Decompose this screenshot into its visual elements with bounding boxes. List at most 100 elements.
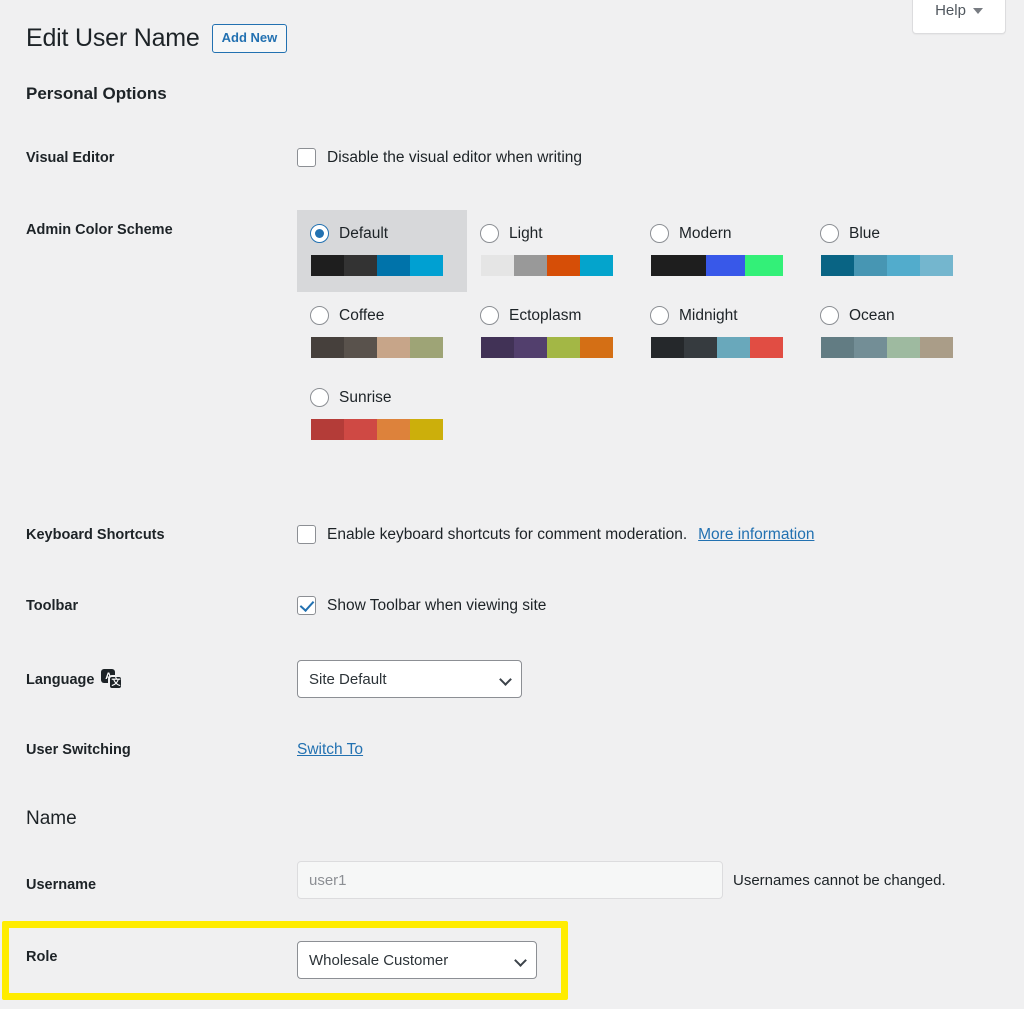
color-scheme-label: Coffee — [339, 307, 384, 325]
color-scheme-option-blue[interactable]: Blue — [807, 210, 977, 292]
color-scheme-radio-coffee[interactable] — [310, 306, 329, 325]
swatch — [344, 337, 377, 358]
color-scheme-head: Sunrise — [310, 388, 454, 407]
chevron-down-icon — [499, 673, 512, 686]
color-scheme-label: Modern — [679, 225, 732, 243]
swatch — [514, 337, 547, 358]
swatch — [920, 255, 953, 276]
swatch — [684, 337, 717, 358]
color-scheme-label: Light — [509, 225, 543, 243]
color-scheme-head: Coffee — [310, 306, 454, 325]
color-scheme-label: Blue — [849, 225, 880, 243]
color-scheme-swatches — [311, 255, 443, 276]
visual-editor-checkbox[interactable] — [297, 148, 316, 167]
add-new-button[interactable]: Add New — [212, 24, 288, 53]
language-label: Language — [26, 672, 94, 688]
language-select[interactable]: Site Default — [297, 660, 522, 698]
visual-editor-checkbox-row[interactable]: Disable the visual editor when writing — [297, 148, 582, 167]
visual-editor-label: Visual Editor — [26, 150, 114, 166]
color-scheme-swatches — [481, 337, 613, 358]
help-label: Help — [935, 2, 966, 19]
color-scheme-radio-ocean[interactable] — [820, 306, 839, 325]
swatch — [750, 337, 783, 358]
swatch — [344, 419, 377, 440]
more-information-link[interactable]: More information — [698, 526, 814, 544]
color-scheme-option-ectoplasm[interactable]: Ectoplasm — [467, 292, 637, 374]
color-scheme-option-default[interactable]: Default — [297, 210, 467, 292]
color-scheme-radio-midnight[interactable] — [650, 306, 669, 325]
color-scheme-radio-sunrise[interactable] — [310, 388, 329, 407]
swatch — [580, 255, 613, 276]
swatch — [887, 337, 920, 358]
swatch — [920, 337, 953, 358]
swatch — [706, 255, 745, 276]
color-scheme-option-modern[interactable]: Modern — [637, 210, 807, 292]
color-scheme-option-coffee[interactable]: Coffee — [297, 292, 467, 374]
swatch — [547, 337, 580, 358]
color-scheme-head: Blue — [820, 224, 964, 243]
color-scheme-swatches — [311, 337, 443, 358]
swatch — [311, 419, 344, 440]
color-scheme-radio-ectoplasm[interactable] — [480, 306, 499, 325]
color-scheme-swatches — [821, 255, 953, 276]
language-select-value: Site Default — [309, 671, 387, 688]
role-select[interactable]: Wholesale Customer — [297, 941, 537, 979]
toolbar-checkbox-label: Show Toolbar when viewing site — [327, 597, 546, 615]
chevron-down-icon — [973, 8, 983, 14]
color-scheme-head: Light — [480, 224, 624, 243]
username-label: Username — [26, 877, 96, 893]
keyboard-shortcuts-checkbox[interactable] — [297, 525, 316, 544]
keyboard-shortcuts-checkbox-row[interactable]: Enable keyboard shortcuts for comment mo… — [297, 525, 814, 544]
color-scheme-swatches — [481, 255, 613, 276]
user-switching-label: User Switching — [26, 742, 131, 758]
role-select-value: Wholesale Customer — [309, 952, 448, 969]
swatch — [377, 255, 410, 276]
swatch — [311, 255, 344, 276]
swatch — [547, 255, 580, 276]
user-profile-page: Help Edit User Name Add New Personal Opt… — [0, 0, 1024, 1009]
chevron-down-icon — [514, 954, 527, 967]
username-note: Usernames cannot be changed. — [733, 872, 946, 889]
help-button[interactable]: Help — [912, 0, 1006, 34]
toolbar-label: Toolbar — [26, 598, 78, 614]
name-heading: Name — [26, 808, 77, 830]
page-title: Edit User Name — [26, 24, 200, 53]
color-scheme-option-sunrise[interactable]: Sunrise — [297, 374, 467, 456]
color-scheme-radio-modern[interactable] — [650, 224, 669, 243]
color-scheme-option-light[interactable]: Light — [467, 210, 637, 292]
admin-color-scheme-label: Admin Color Scheme — [26, 222, 173, 238]
swatch — [651, 337, 684, 358]
color-scheme-label: Default — [339, 225, 388, 243]
swatch — [745, 255, 784, 276]
color-scheme-swatches — [651, 337, 783, 358]
color-scheme-option-midnight[interactable]: Midnight — [637, 292, 807, 374]
keyboard-shortcuts-label: Keyboard Shortcuts — [26, 527, 165, 543]
swatch — [887, 255, 920, 276]
color-scheme-head: Modern — [650, 224, 794, 243]
color-scheme-head: Midnight — [650, 306, 794, 325]
color-scheme-radio-blue[interactable] — [820, 224, 839, 243]
color-scheme-swatches — [651, 255, 783, 276]
color-scheme-radio-default[interactable] — [310, 224, 329, 243]
swatch — [410, 419, 443, 440]
color-scheme-swatches — [311, 419, 443, 440]
color-scheme-picker[interactable]: Default Light Modern Blue Coffee Ectoplasm Mid… — [297, 210, 987, 456]
color-scheme-label: Ectoplasm — [509, 307, 581, 325]
swatch — [344, 255, 377, 276]
color-scheme-label: Midnight — [679, 307, 738, 325]
swatch — [410, 337, 443, 358]
personal-options-heading: Personal Options — [26, 84, 167, 104]
keyboard-shortcuts-checkbox-label: Enable keyboard shortcuts for comment mo… — [327, 526, 687, 544]
color-scheme-radio-light[interactable] — [480, 224, 499, 243]
toolbar-checkbox-row[interactable]: Show Toolbar when viewing site — [297, 596, 546, 615]
switch-to-link[interactable]: Switch To — [297, 741, 363, 758]
swatch — [514, 255, 547, 276]
color-scheme-option-ocean[interactable]: Ocean — [807, 292, 977, 374]
swatch — [854, 337, 887, 358]
role-label: Role — [26, 949, 57, 965]
toolbar-checkbox[interactable] — [297, 596, 316, 615]
username-input: user1 — [297, 861, 723, 899]
swatch — [377, 337, 410, 358]
color-scheme-label: Sunrise — [339, 389, 392, 407]
color-scheme-head: Ocean — [820, 306, 964, 325]
